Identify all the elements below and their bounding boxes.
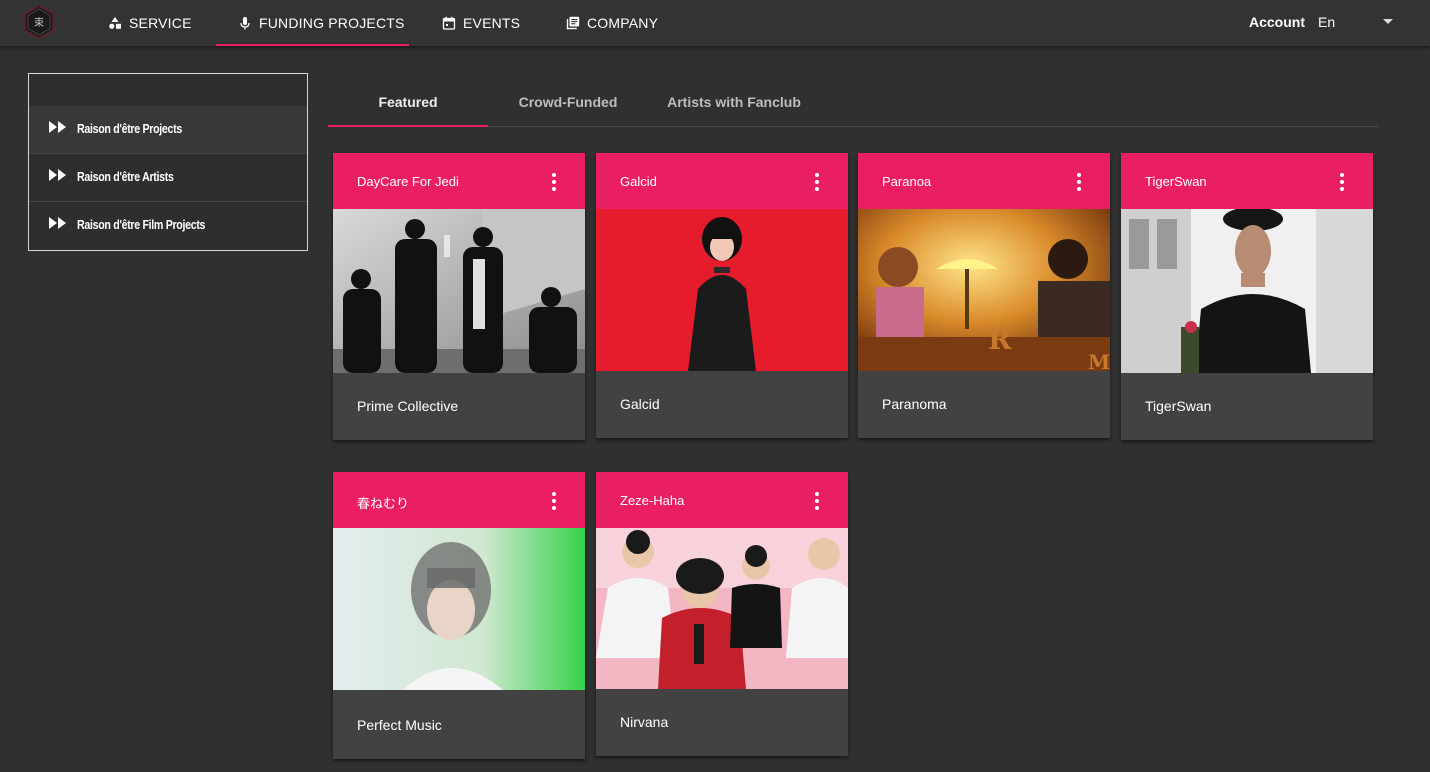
project-card-haru-nemuri[interactable]: 春ねむり Perfect Music	[333, 472, 585, 759]
project-card-galcid[interactable]: Galcid Galcid	[596, 153, 848, 438]
sidebar-item-projects[interactable]: Raison d'être Projects	[29, 106, 307, 154]
svg-text:R: R	[988, 323, 1012, 356]
card-caption: Nirvana	[620, 714, 669, 730]
card-title: Galcid	[620, 174, 657, 189]
card-image	[596, 528, 848, 689]
microphone-icon	[238, 16, 252, 30]
more-vert-icon[interactable]	[551, 173, 557, 191]
nav-funding-projects[interactable]: FUNDING PROJECTS	[216, 0, 409, 46]
card-header: Paranoa	[858, 153, 1110, 209]
card-title: 春ねむり	[357, 496, 410, 511]
card-image	[333, 528, 585, 692]
nav-company-label: COMPANY	[587, 15, 659, 31]
sidebar: Raison d'être Projects Raison d'être Art…	[28, 73, 308, 251]
project-card-tigerswan[interactable]: TigerSwan TigerSwan	[1121, 153, 1373, 440]
card-title: TigerSwan	[1145, 174, 1207, 189]
card-caption: Galcid	[620, 396, 660, 412]
sidebar-item-label: Raison d'être Artists	[77, 169, 174, 184]
card-header: Zeze-Haha	[596, 472, 848, 528]
card-image: R M	[858, 209, 1110, 371]
card-title: DayCare For Jedi	[357, 174, 459, 189]
shapes-icon	[108, 16, 122, 30]
card-image	[1121, 209, 1373, 373]
project-card-zeze-haha[interactable]: Zeze-Haha Nirvana	[596, 472, 848, 756]
language-selector[interactable]: En	[1318, 14, 1335, 30]
card-caption: Prime Collective	[357, 398, 459, 414]
brand-logo[interactable]: 束	[22, 5, 56, 39]
card-image	[333, 209, 585, 373]
chevron-down-icon[interactable]	[1383, 19, 1393, 24]
project-card-paranoa[interactable]: Paranoa R M Paranoma	[858, 153, 1110, 438]
project-card-daycare-for-jedi[interactable]: DayCare For Jedi Prime Collective	[333, 153, 585, 440]
card-caption: TigerSwan	[1145, 398, 1212, 414]
fast-forward-icon	[49, 216, 67, 229]
more-vert-icon[interactable]	[1076, 173, 1082, 191]
library-icon	[566, 16, 580, 30]
card-title: Zeze-Haha	[620, 493, 685, 508]
more-vert-icon[interactable]	[551, 492, 557, 510]
svg-text:束: 束	[34, 17, 44, 29]
account-link[interactable]: Account	[1249, 14, 1305, 30]
nav-service-label: SERVICE	[129, 15, 192, 31]
more-vert-icon[interactable]	[814, 492, 820, 510]
nav-service[interactable]: SERVICE	[108, 0, 192, 46]
svg-text:M: M	[1088, 350, 1110, 371]
card-header: DayCare For Jedi	[333, 153, 585, 209]
card-caption: Perfect Music	[357, 717, 442, 733]
project-tabs: Featured Crowd-Funded Artists with Fancl…	[328, 78, 1378, 127]
sidebar-item-label: Raison d'être Film Projects	[77, 217, 206, 232]
sidebar-item-film-projects[interactable]: Raison d'être Film Projects	[29, 202, 307, 250]
tab-artists-with-fanclub[interactable]: Artists with Fanclub	[648, 78, 820, 126]
fast-forward-icon	[49, 168, 67, 181]
tab-crowd-funded[interactable]: Crowd-Funded	[488, 78, 648, 126]
card-caption: Paranoma	[882, 396, 947, 412]
tab-featured[interactable]: Featured	[328, 78, 488, 127]
calendar-icon	[442, 16, 456, 30]
card-header: TigerSwan	[1121, 153, 1373, 209]
card-header: Galcid	[596, 153, 848, 209]
nav-funding-projects-label: FUNDING PROJECTS	[259, 15, 405, 31]
sidebar-item-artists[interactable]: Raison d'être Artists	[29, 154, 307, 202]
card-image	[596, 209, 848, 371]
nav-events-label: EVENTS	[463, 15, 521, 31]
nav-events[interactable]: EVENTS	[442, 0, 520, 46]
sidebar-item-label: Raison d'être Projects	[77, 121, 182, 136]
more-vert-icon[interactable]	[814, 173, 820, 191]
card-title: Paranoa	[882, 174, 932, 189]
fast-forward-icon	[49, 120, 67, 133]
top-navigation-bar: 束 SERVICE FUNDING PROJECTS EVENTS COMPAN…	[0, 0, 1430, 46]
card-header: 春ねむり	[333, 472, 585, 528]
more-vert-icon[interactable]	[1339, 173, 1345, 191]
nav-company[interactable]: COMPANY	[566, 0, 658, 46]
